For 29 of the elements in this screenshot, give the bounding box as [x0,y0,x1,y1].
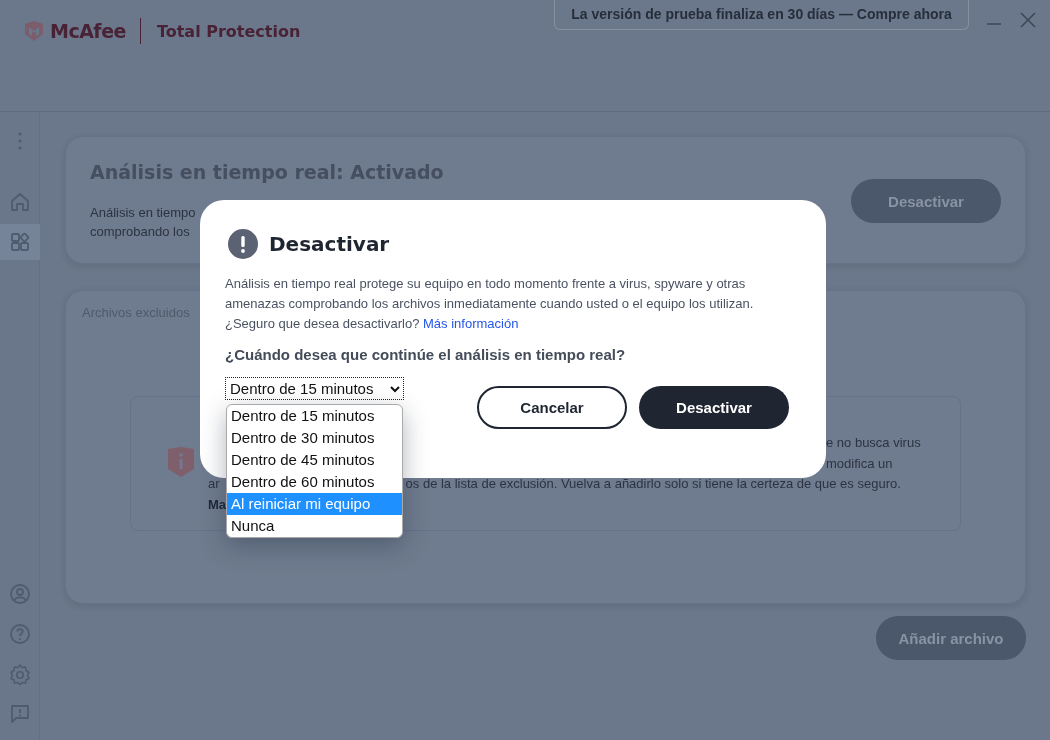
more-info-link[interactable]: Más información [423,316,519,331]
info-text: ar [208,475,220,493]
dropdown-option[interactable]: Nunca [227,515,402,537]
brand-name: McAfee [50,20,126,42]
info-text: modifica un [826,454,893,473]
dropdown-option[interactable]: Dentro de 60 minutos [227,471,402,493]
more-menu-icon[interactable] [17,132,22,150]
close-icon[interactable] [1020,12,1036,28]
warning-icon [227,228,259,260]
shield-logo-icon [24,21,44,41]
chevron-down-icon [390,384,400,393]
dropdown-option[interactable]: Dentro de 15 minutos [227,405,402,427]
info-text: os de la lista de exclusión. Vuelva a añadirlo solo si tiene la certeza de que es seguro. [405,475,901,493]
deactivate-button[interactable]: Desactivar [639,386,789,429]
dialog-title: Desactivar [269,232,390,256]
dropdown-option[interactable]: Dentro de 45 minutos [227,449,402,471]
cancel-button[interactable]: Cancelar [477,386,627,429]
info-shield-icon [167,447,195,477]
info-text: Ma [208,495,227,514]
apps-icon[interactable] [0,224,40,260]
card-description: comprobando los [90,223,191,241]
confirm-text: ¿Seguro que desea desactivarlo? Más información [225,315,520,333]
product-name: Total Protection [156,21,301,41]
dialog-description: Análisis en tiempo real protege su equipo en todo momento frente a virus, spyware y otras amenazas comprobando los archivos inmediatamente cuando usted o el equipo los utilizan. [225,275,755,313]
card-description: Análisis en tiempo [90,204,197,222]
info-text: e no busca virus [826,434,921,452]
question-text: ¿Cuándo desea que continúe el análisis en tiempo real? [225,346,627,363]
duration-select[interactable]: Dentro de 15 minutos [225,377,404,400]
dropdown-option[interactable]: Dentro de 30 minutos [227,427,402,449]
